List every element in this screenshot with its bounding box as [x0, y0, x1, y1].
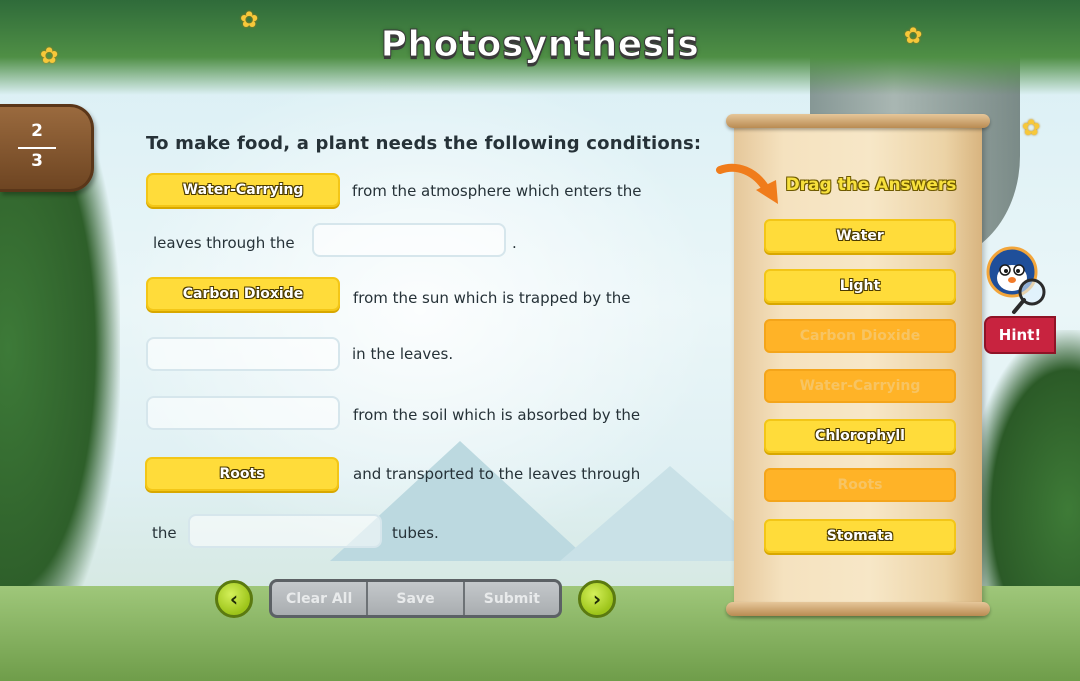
sentence-text: .: [512, 234, 517, 252]
page-total: 3: [31, 151, 43, 171]
page-title: Photosynthesis: [380, 24, 700, 66]
placed-answer-slot3[interactable]: Carbon Dioxide: [146, 277, 340, 311]
action-button-group: Clear All Save Submit: [269, 579, 562, 618]
question-heading: To make food, a plant needs the followin…: [146, 133, 702, 154]
drop-slot-5[interactable]: [146, 396, 340, 430]
submit-button[interactable]: Submit: [464, 582, 559, 615]
scroll-rod-bottom: [726, 602, 990, 616]
previous-button[interactable]: ‹: [215, 580, 253, 618]
sentence-text: and transported to the leaves through: [353, 465, 641, 483]
fraction-divider: [18, 147, 56, 149]
drop-slot-7[interactable]: [188, 514, 382, 548]
bank-answer-water[interactable]: Water: [764, 219, 956, 253]
placed-answer-slot1[interactable]: Water-Carrying: [146, 173, 340, 207]
bank-answer-chlorophyll[interactable]: Chlorophyll: [764, 419, 956, 453]
flower-icon: ✿: [1022, 116, 1041, 141]
save-button[interactable]: Save: [368, 582, 465, 615]
chevron-right-icon: ›: [592, 587, 602, 611]
bank-answer-roots[interactable]: Roots: [764, 468, 956, 502]
answer-bank-title: Drag the Answers: [785, 175, 957, 195]
drop-slot-4[interactable]: [146, 337, 340, 371]
mascot-magnifier-icon[interactable]: [984, 244, 1050, 318]
page-counter: 2 3: [0, 104, 94, 192]
drop-slot-2[interactable]: [312, 223, 506, 257]
clear-all-button[interactable]: Clear All: [272, 582, 369, 615]
scroll-rod-top: [726, 114, 990, 128]
sentence-text: from the soil which is absorbed by the: [353, 406, 641, 424]
page-current: 2: [31, 121, 43, 141]
bank-answer-carbon-dioxide[interactable]: Carbon Dioxide: [764, 319, 956, 353]
sentence-text: leaves through the: [153, 234, 295, 252]
sentence-text: from the sun which is trapped by the: [353, 289, 631, 307]
bank-answer-stomata[interactable]: Stomata: [764, 519, 956, 553]
sentence-text: tubes.: [392, 524, 439, 542]
chevron-left-icon: ‹: [229, 587, 239, 611]
bank-answer-water-carrying[interactable]: Water-Carrying: [764, 369, 956, 403]
sentence-text: from the atmosphere which enters the: [352, 182, 642, 200]
left-foliage: [0, 140, 120, 660]
sentence-text: the: [152, 524, 177, 542]
placed-answer-slot6[interactable]: Roots: [145, 457, 339, 491]
next-button[interactable]: ›: [578, 580, 616, 618]
bank-answer-light[interactable]: Light: [764, 269, 956, 303]
hint-button[interactable]: Hint!: [984, 316, 1056, 354]
sentence-text: in the leaves.: [352, 345, 454, 363]
